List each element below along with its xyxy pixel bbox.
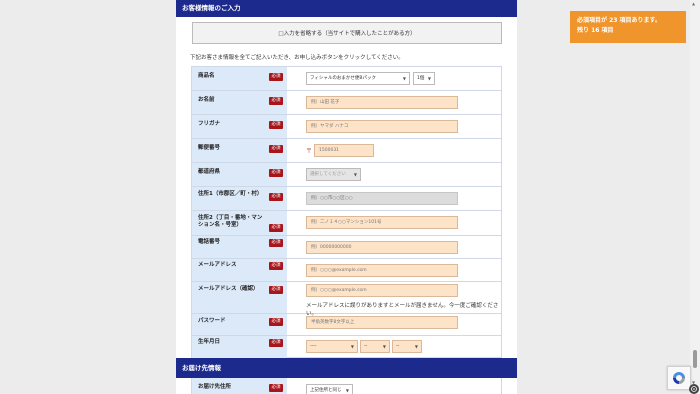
form-row-address1: 住所1（市郡区／町・村） 必須 例）○○市○○区○○ bbox=[192, 187, 501, 211]
required-badge: 必須 bbox=[269, 145, 283, 153]
chevron-down-icon: ▼ bbox=[350, 344, 354, 349]
field-label: お名前 bbox=[198, 97, 215, 103]
skip-input-checkbox[interactable]: □入力を省略する（当サイトで購入したことがある方） bbox=[192, 22, 502, 44]
prefecture-select-value: 選択してください bbox=[310, 172, 346, 177]
prefecture-select[interactable]: 選択してください ▼ bbox=[306, 168, 361, 181]
phone-input[interactable]: 例）00000000000 bbox=[306, 241, 458, 254]
customer-form-table: 商品名 必須 フィシャルのおまかせ便Bパック ▼ 1個 ▼ お名前 必須 例）山田 … bbox=[191, 66, 502, 358]
alert-line-1: 必須項目が 23 項目あります。 bbox=[577, 17, 661, 24]
birth-day-select[interactable]: -- ▼ bbox=[392, 340, 422, 353]
delivery-address-select[interactable]: 上記住所と同じ ▼ bbox=[306, 384, 353, 394]
product-select[interactable]: フィシャルのおまかせ便Bパック ▼ bbox=[306, 72, 410, 85]
chevron-down-icon: ▼ bbox=[402, 76, 406, 81]
form-row-zip: 郵便番号 必須 〒 1500031 bbox=[192, 139, 501, 163]
form-row-password: パスワード 必須 半角英数字8文字以上 bbox=[192, 314, 501, 336]
accessibility-glyph bbox=[691, 386, 697, 392]
chevron-down-icon: ▼ bbox=[382, 344, 386, 349]
password-input[interactable]: 半角英数字8文字以上 bbox=[306, 316, 458, 329]
required-badge: 必須 bbox=[269, 169, 283, 177]
delivery-info-header: お届け先情報 bbox=[176, 358, 517, 378]
quantity-value: 1個 bbox=[417, 76, 425, 81]
birth-year-value: ---- bbox=[310, 344, 317, 349]
form-row-prefecture: 都道府県 必須 選択してください ▼ bbox=[192, 163, 501, 187]
field-label: 商品名 bbox=[198, 73, 215, 79]
required-badge: 必須 bbox=[269, 97, 283, 105]
field-label: 生年月日 bbox=[198, 339, 221, 345]
postal-mark-icon: 〒 bbox=[306, 148, 313, 155]
birth-month-select[interactable]: -- ▼ bbox=[360, 340, 390, 353]
form-row-delivery: お届け先住所 必須 上記住所と同じ ▼ bbox=[191, 378, 502, 394]
required-badge: 必須 bbox=[269, 318, 283, 326]
required-badge: 必須 bbox=[269, 339, 283, 347]
intro-text: 下記お客さま情報を全てご記入いただき、お申し込みボタンをクリックしてください。 bbox=[190, 55, 404, 61]
chevron-down-icon: ▼ bbox=[427, 76, 431, 81]
recaptcha-icon[interactable] bbox=[667, 366, 691, 390]
address2-input[interactable]: 例）二ノ１４○○マンション101号 bbox=[306, 216, 458, 229]
field-label: 郵便番号 bbox=[198, 145, 221, 151]
form-row-furigana: フリガナ 必須 例）ヤマダ ハナコ bbox=[192, 115, 501, 139]
required-badge: 必須 bbox=[269, 239, 283, 247]
zip-input[interactable]: 1500031 bbox=[314, 144, 374, 157]
required-badge: 必須 bbox=[269, 224, 283, 232]
chevron-down-icon: ▼ bbox=[414, 344, 418, 349]
birth-month-value: -- bbox=[364, 344, 368, 349]
chevron-down-icon: ▼ bbox=[353, 172, 357, 177]
checkout-form-panel: お客様情報のご入力 □入力を省略する（当サイトで購入したことがある方） 下記お客… bbox=[176, 0, 517, 394]
form-row-name: お名前 必須 例）山田 花子 bbox=[192, 91, 501, 115]
field-label: パスワード bbox=[198, 318, 226, 324]
recaptcha-glyph bbox=[673, 372, 685, 384]
field-label: メールアドレス（確認） bbox=[198, 286, 259, 292]
skip-input-label[interactable]: □入力を省略する（当サイトで購入したことがある方） bbox=[278, 29, 415, 37]
required-badge: 必須 bbox=[269, 286, 283, 294]
customer-info-header: お客様情報のご入力 bbox=[176, 0, 517, 17]
field-label: 電話番号 bbox=[198, 239, 221, 245]
form-row-phone: 電話番号 必須 例）00000000000 bbox=[192, 236, 501, 259]
quantity-select[interactable]: 1個 ▼ bbox=[413, 72, 435, 85]
field-label: 都道府県 bbox=[198, 169, 221, 175]
birth-day-value: -- bbox=[396, 344, 400, 349]
accessibility-icon[interactable] bbox=[689, 384, 699, 394]
form-row-birthdate: 生年月日 必須 ---- ▼ -- ▼ -- ▼ bbox=[192, 336, 501, 358]
form-row-email: メールアドレス 必須 例）○○○@example.com bbox=[192, 259, 501, 282]
field-label: メールアドレス bbox=[198, 262, 237, 268]
form-row-address2: 住所2（丁目・番地・マンション名・号室） 必須 例）二ノ１４○○マンション101… bbox=[192, 211, 501, 236]
scrollbar-thumb[interactable] bbox=[693, 350, 697, 368]
form-row-email-confirm: メールアドレス（確認） 必須 例）○○○@example.com メールアドレス… bbox=[192, 282, 501, 317]
delivery-address-value: 上記住所と同じ bbox=[310, 388, 342, 393]
required-badge: 必須 bbox=[269, 193, 283, 201]
field-label: 住所2（丁目・番地・マンション名・号室） bbox=[198, 215, 263, 228]
field-label: 住所1（市郡区／町・村） bbox=[198, 191, 263, 197]
birth-year-select[interactable]: ---- ▼ bbox=[306, 340, 358, 353]
required-badge: 必須 bbox=[269, 121, 283, 129]
form-row-product: 商品名 必須 フィシャルのおまかせ便Bパック ▼ 1個 ▼ bbox=[192, 67, 501, 91]
email-confirm-input[interactable]: 例）○○○@example.com bbox=[306, 284, 458, 297]
chevron-down-icon: ▼ bbox=[345, 388, 349, 393]
scroll-up-icon[interactable]: ▲ bbox=[692, 1, 695, 6]
product-select-value: フィシャルのおまかせ便Bパック bbox=[310, 76, 376, 81]
required-badge: 必須 bbox=[269, 262, 283, 270]
name-input[interactable]: 例）山田 花子 bbox=[306, 96, 458, 109]
required-badge: 必須 bbox=[269, 384, 283, 392]
email-input[interactable]: 例）○○○@example.com bbox=[306, 264, 458, 277]
required-badge: 必須 bbox=[269, 73, 283, 81]
address1-input[interactable]: 例）○○市○○区○○ bbox=[306, 192, 458, 205]
field-label: お届け先住所 bbox=[198, 384, 232, 390]
field-label: フリガナ bbox=[198, 121, 221, 127]
alert-line-2: 残り 16 項目 bbox=[577, 27, 614, 34]
scrollbar-track[interactable] bbox=[690, 0, 700, 394]
furigana-input[interactable]: 例）ヤマダ ハナコ bbox=[306, 120, 458, 133]
required-fields-alert: 必須項目が 23 項目あります。 残り 16 項目 bbox=[570, 11, 686, 43]
